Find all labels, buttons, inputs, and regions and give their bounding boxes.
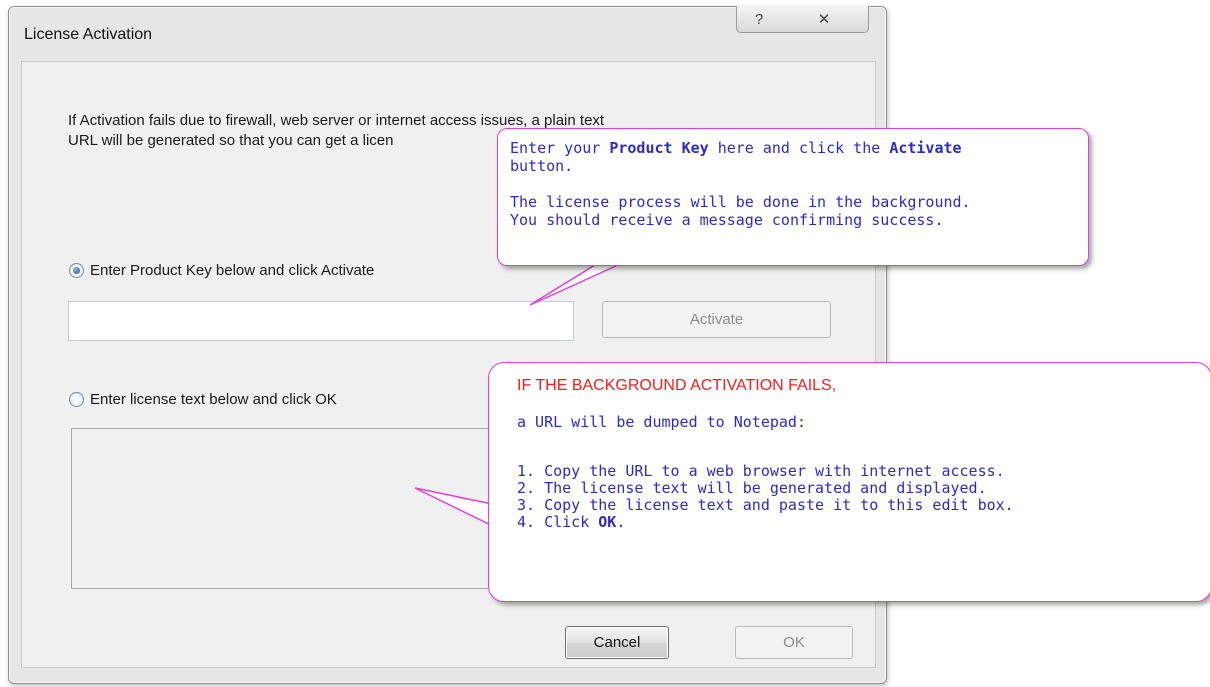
product-key-input[interactable]: [68, 301, 574, 341]
license-text-radio-option[interactable]: Enter license text below and click OK: [69, 391, 337, 408]
ok-button[interactable]: OK: [735, 626, 853, 659]
activate-button[interactable]: Activate: [602, 301, 831, 338]
help-icon: ?: [754, 10, 764, 28]
callout-license-text: IF THE BACKGROUND ACTIVATION FAILS, a UR…: [488, 362, 1210, 602]
callout-step-3: 3. Copy the license text and paste it to…: [517, 496, 1014, 514]
callout-product-key-line4: You should receive a message confirming …: [510, 211, 944, 229]
callout-product-key: Enter your Product Key here and click th…: [497, 128, 1089, 266]
callout-step-4: 4. Click OK.: [517, 513, 626, 531]
callout-product-key-line3: The license process will be done in the …: [510, 193, 971, 211]
cancel-button[interactable]: Cancel: [565, 626, 669, 659]
callout-product-key-line1: Enter your Product Key here and click th…: [510, 139, 962, 157]
callout-step-1: 1. Copy the URL to a web browser with in…: [517, 462, 1005, 480]
license-text-radio[interactable]: [69, 392, 84, 407]
window-title: License Activation: [24, 26, 153, 43]
close-button[interactable]: ✕: [780, 6, 869, 33]
product-key-radio[interactable]: [69, 263, 84, 278]
callout-warning-text: IF THE BACKGROUND ACTIVATION FAILS,: [517, 377, 837, 394]
callout-step-2: 2. The license text will be generated an…: [517, 479, 987, 497]
callout-intro-text: a URL will be dumped to Notepad:: [517, 413, 806, 431]
product-key-radio-option[interactable]: Enter Product Key below and click Activa…: [69, 262, 374, 279]
product-key-radio-label: Enter Product Key below and click Activa…: [90, 262, 375, 279]
callout-product-key-line2: button.: [510, 157, 574, 175]
close-icon: ✕: [817, 11, 831, 28]
license-text-radio-label: Enter license text below and click OK: [90, 391, 337, 408]
help-button[interactable]: ?: [736, 6, 782, 33]
